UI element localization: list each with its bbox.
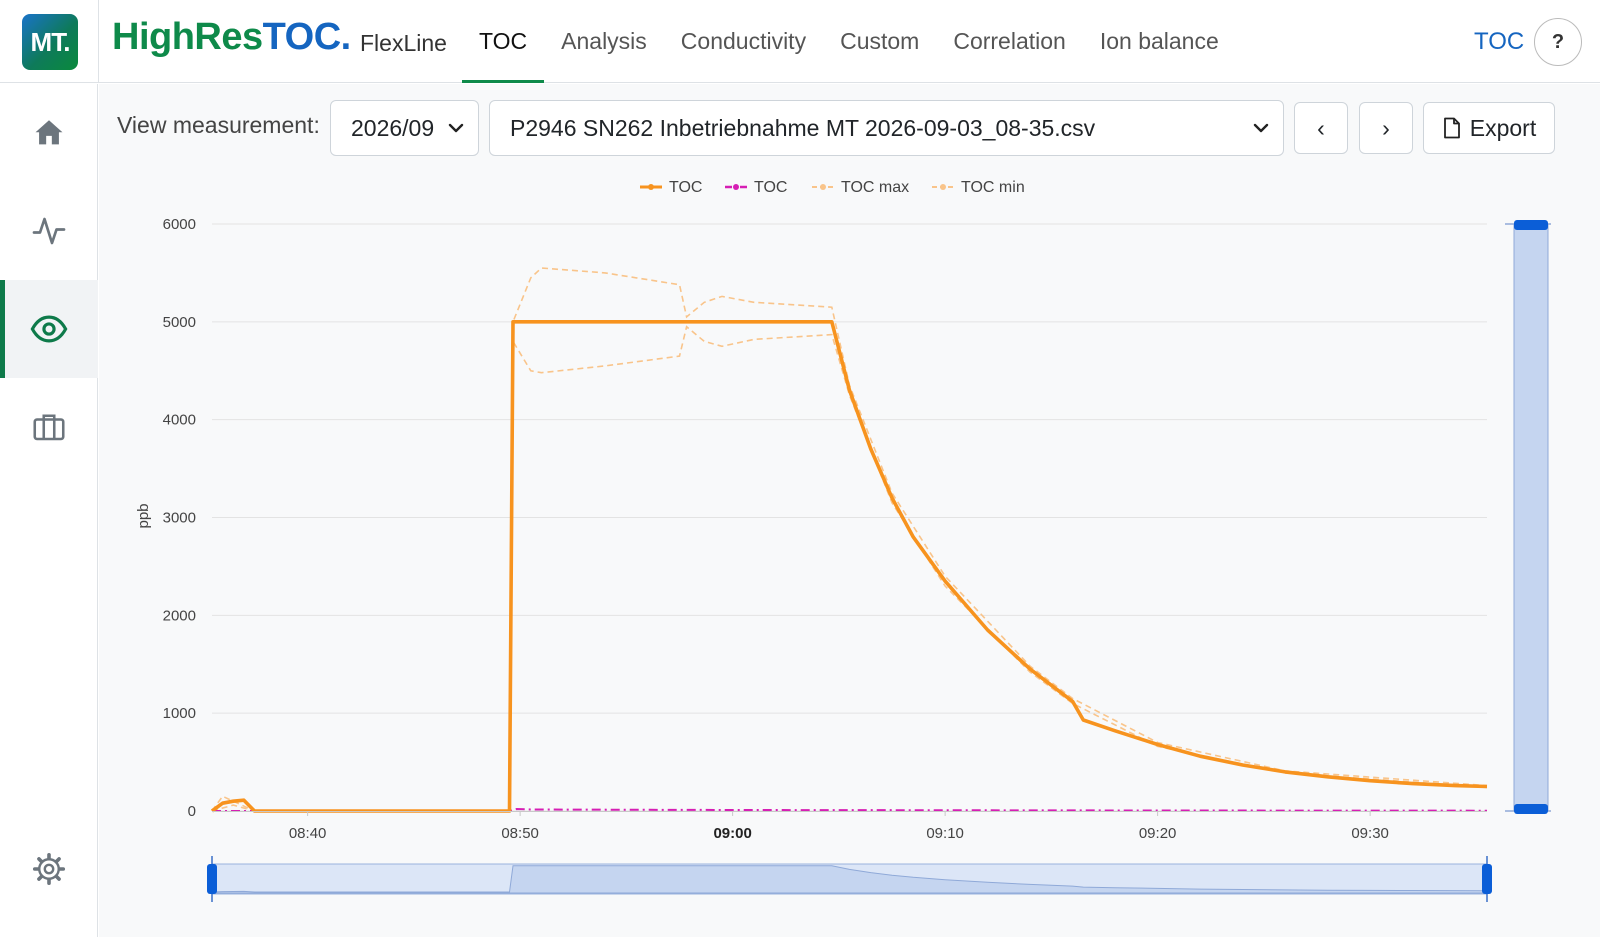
y-axis-label: ppb	[135, 503, 152, 528]
tab-conductivity[interactable]: Conductivity	[664, 0, 823, 83]
y-tick-label: 6000	[163, 216, 196, 233]
tab-correlation[interactable]: Correlation	[936, 0, 1083, 83]
mt-logo[interactable]: MT.	[22, 14, 78, 70]
top-navbar: MT. HighResTOC. FlexLine TOC Analysis Co…	[0, 0, 1600, 83]
y-tick-label: 4000	[163, 412, 196, 429]
briefcase-icon	[33, 414, 65, 441]
x-tick-label: 08:40	[289, 825, 327, 842]
y-tick-label: 5000	[163, 314, 196, 331]
legend-item[interactable]: TOC	[640, 179, 702, 196]
legend-label: TOC	[754, 179, 787, 196]
axis-layer: 0 1000 2000 3000 4000 5000 6000 08:40 08:50 09:00…	[163, 216, 1487, 842]
sidebar-item-view[interactable]	[0, 280, 98, 378]
sidebar-item-activity[interactable]	[0, 182, 98, 280]
band-layer	[211, 267, 1488, 812]
legend-item[interactable]: TOC max	[812, 179, 909, 196]
series-layer	[210, 320, 1488, 813]
brand-name: HighResTOC.	[112, 16, 351, 59]
brand-part-2: TOC.	[262, 16, 352, 58]
sidebar-item-briefcase[interactable]	[0, 378, 98, 476]
home-icon	[35, 120, 63, 145]
chart-legend[interactable]: TOC TOC TOC max TOC min	[640, 179, 1025, 196]
legend-marker	[820, 184, 826, 190]
main-nav: TOC Analysis Conductivity Custom Correla…	[462, 0, 1236, 83]
x-tick-label: 09:10	[926, 825, 964, 842]
product-name: FlexLine	[360, 30, 447, 56]
y-tick-label: 1000	[163, 705, 196, 722]
x-zoom-right-handle[interactable]	[1482, 864, 1492, 894]
tab-custom[interactable]: Custom	[823, 0, 936, 83]
activity-icon	[32, 217, 66, 245]
y-slider-top-handle[interactable]	[1514, 220, 1548, 230]
topbar-divider	[98, 0, 99, 83]
series-toc-line	[210, 320, 1488, 813]
sidebar-item-settings[interactable]	[0, 820, 98, 918]
tab-toc[interactable]: TOC	[462, 0, 545, 83]
legend-marker	[648, 184, 654, 190]
legend-marker	[940, 184, 946, 190]
gear-icon	[32, 852, 66, 886]
y-tick-label: 0	[188, 803, 196, 820]
tab-ion-balance[interactable]: Ion balance	[1083, 0, 1236, 83]
x-tick-label: 08:50	[501, 825, 539, 842]
legend-label: TOC	[669, 179, 702, 196]
eye-icon	[30, 315, 68, 343]
chart-grid	[212, 223, 1487, 812]
sidebar-item-home[interactable]	[0, 84, 98, 182]
sidebar	[0, 84, 98, 937]
legend-label: TOC max	[841, 179, 909, 196]
brand-part-1: HighRes	[112, 16, 263, 58]
y-tick-label: 2000	[163, 607, 196, 624]
logo-text: MT.	[30, 26, 71, 57]
y-slider-bottom-handle[interactable]	[1514, 804, 1548, 814]
series-toc-min-line	[211, 325, 1488, 812]
legend-item[interactable]: TOC min	[932, 179, 1025, 196]
x-tick-label: 09:20	[1139, 825, 1177, 842]
legend-item[interactable]: TOC	[725, 179, 787, 196]
tab-analysis[interactable]: Analysis	[544, 0, 664, 83]
toc-chart: 0 1000 2000 3000 4000 5000 6000 08:40 08:50 09:00…	[135, 179, 1551, 902]
legend-label: TOC min	[961, 179, 1025, 196]
x-tick-label: 09:00	[713, 825, 751, 842]
legend-marker	[733, 184, 739, 190]
series-toc-max-line	[211, 267, 1488, 812]
x-tick-label: 09:30	[1351, 825, 1389, 842]
toc-link[interactable]: TOC	[1474, 28, 1524, 56]
y-range-slider[interactable]	[1513, 223, 1549, 812]
x-zoom-left-handle[interactable]	[207, 864, 217, 894]
y-tick-label: 3000	[163, 510, 196, 527]
help-button[interactable]: ?	[1534, 18, 1582, 66]
